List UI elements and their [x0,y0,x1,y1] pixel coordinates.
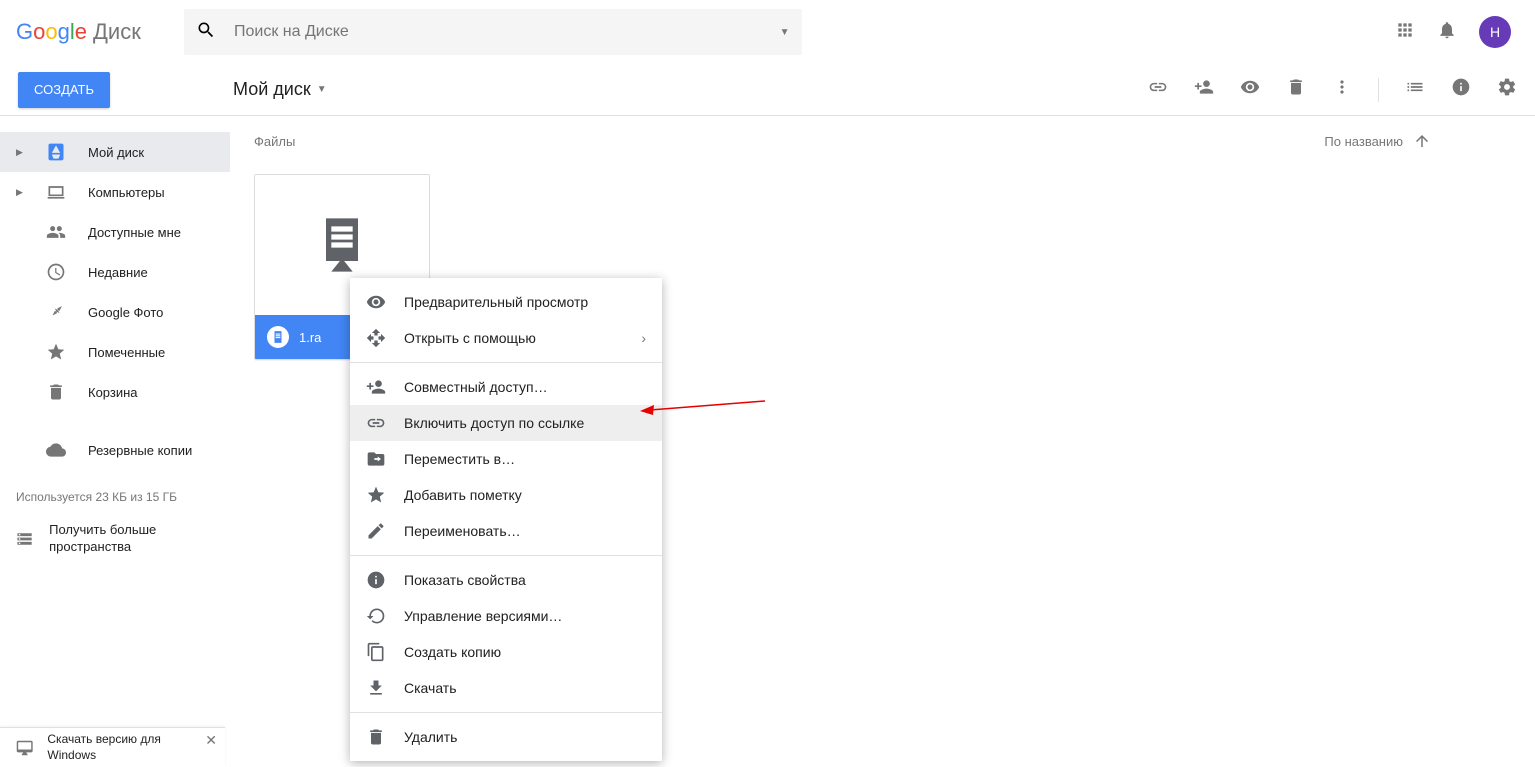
ctx-label: Переместить в… [404,451,515,467]
settings-icon[interactable] [1497,77,1517,102]
delete-icon[interactable] [1286,77,1306,102]
nav-label: Компьютеры [88,185,165,200]
more-storage-label: Получить больше пространства [49,522,214,556]
ctx-label: Включить доступ по ссылке [404,415,584,431]
nav-label: Мой диск [88,145,144,160]
ctx-label: Удалить [404,729,457,745]
storage-usage-text: Используется 23 КБ из 15 ГБ [0,470,230,514]
files-heading: Файлы [254,134,295,149]
ctx-label: Создать копию [404,644,501,660]
breadcrumb-label: Мой диск [233,79,311,100]
sidebar-item-recent[interactable]: Недавние [0,252,230,292]
ctx-label: Совместный доступ… [404,379,548,395]
separator [1378,78,1379,102]
expand-icon: ▶ [16,147,24,158]
ctx-label: Управление версиями… [404,608,562,624]
expand-icon: ▶ [16,187,24,198]
close-icon[interactable]: ✕ [205,732,217,749]
more-storage-button[interactable]: Получить больше пространства [0,514,230,564]
file-name: 1.ra [299,330,321,345]
context-menu: Предварительный просмотр Открыть с помощ… [350,278,662,761]
ctx-details[interactable]: Показать свойства [350,562,662,598]
nav-label: Помеченные [88,345,165,360]
header-icons: Н [1395,16,1511,48]
ctx-label: Показать свойства [404,572,526,588]
sidebar-item-photos[interactable]: Google Фото [0,292,230,332]
caret-down-icon: ▼ [317,84,327,95]
avatar[interactable]: Н [1479,16,1511,48]
separator [350,712,662,713]
toolbar-actions [1148,77,1535,102]
notifications-icon[interactable] [1437,20,1457,45]
sidebar-item-starred[interactable]: Помеченные [0,332,230,372]
ctx-label: Переименовать… [404,523,521,539]
sort-control[interactable]: По названию [1324,132,1511,150]
header: Google Диск ▼ Н [0,0,1535,64]
sidebar-item-trash[interactable]: Корзина [0,372,230,412]
nav-label: Корзина [88,385,138,400]
annotation-arrow [640,394,770,429]
ctx-star[interactable]: Добавить пометку [350,477,662,513]
files-header: Файлы По названию [254,132,1511,150]
search-icon [196,20,216,45]
chevron-right-icon: › [641,330,646,346]
ctx-label: Предварительный просмотр [404,294,588,310]
separator [350,362,662,363]
ctx-label: Скачать [404,680,457,696]
download-promo[interactable]: Скачать версию для Windows ✕ [0,727,225,767]
link-icon[interactable] [1148,77,1168,102]
search-options-caret-icon[interactable]: ▼ [780,27,790,38]
ctx-rename[interactable]: Переименовать… [350,513,662,549]
list-view-icon[interactable] [1405,77,1425,102]
ctx-copy[interactable]: Создать копию [350,634,662,670]
separator [350,555,662,556]
person-add-icon[interactable] [1194,77,1214,102]
sidebar-item-my-drive[interactable]: ▶ Мой диск [0,132,230,172]
ctx-delete[interactable]: Удалить [350,719,662,755]
sidebar: ▶ Мой диск ▶ Компьютеры Доступные мне Не… [0,116,230,767]
apps-icon[interactable] [1395,20,1415,45]
ctx-preview[interactable]: Предварительный просмотр [350,284,662,320]
breadcrumb[interactable]: Мой диск ▼ [228,79,327,100]
preview-icon[interactable] [1240,77,1260,102]
avatar-letter: Н [1490,24,1500,40]
nav-label: Доступные мне [88,225,181,240]
app-name: Диск [93,19,141,45]
nav-label: Недавние [88,265,148,280]
ctx-share[interactable]: Совместный доступ… [350,369,662,405]
ctx-versions[interactable]: Управление версиями… [350,598,662,634]
search-input[interactable] [216,23,780,41]
ctx-move[interactable]: Переместить в… [350,441,662,477]
ctx-download[interactable]: Скачать [350,670,662,706]
create-button[interactable]: СОЗДАТЬ [18,72,110,108]
ctx-label: Открыть с помощью [404,330,536,346]
nav-label: Google Фото [88,305,163,320]
subheader: СОЗДАТЬ Мой диск ▼ [0,64,1535,116]
info-icon[interactable] [1451,77,1471,102]
sidebar-item-shared[interactable]: Доступные мне [0,212,230,252]
ctx-open-with[interactable]: Открыть с помощью › [350,320,662,356]
nav-label: Резервные копии [88,443,192,458]
logo[interactable]: Google Диск [16,19,184,45]
sidebar-item-computers[interactable]: ▶ Компьютеры [0,172,230,212]
sidebar-item-backups[interactable]: Резервные копии [0,430,230,470]
search-bar[interactable]: ▼ [184,9,802,55]
ctx-get-link[interactable]: Включить доступ по ссылке [350,405,662,441]
ctx-label: Добавить пометку [404,487,522,503]
more-icon[interactable] [1332,77,1352,102]
google-logo-text: Google [16,19,87,45]
file-type-icon [267,326,289,348]
sort-label: По названию [1324,134,1403,149]
promo-label: Скачать версию для Windows [47,732,191,763]
